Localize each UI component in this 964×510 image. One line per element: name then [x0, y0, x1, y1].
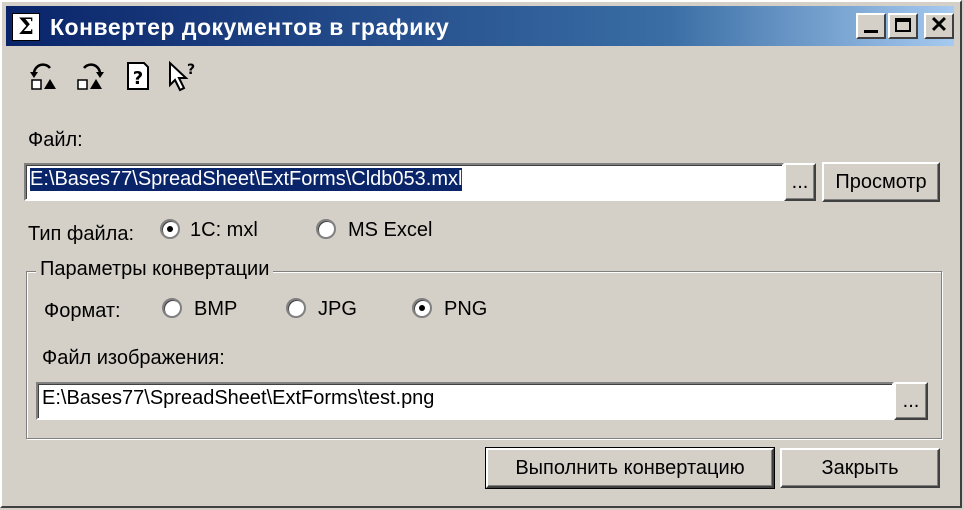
format-bmp-label[interactable]: BMP — [194, 298, 237, 321]
help-icon[interactable]: ? — [122, 60, 154, 92]
image-browse-button[interactable]: ... — [894, 382, 928, 420]
image-file-value: E:\Bases77\SpreadSheet\ExtForms\test.png — [42, 387, 435, 409]
image-file-label: Файл изображения: — [42, 347, 225, 369]
file-type-1c-label[interactable]: 1С: mxl — [190, 219, 258, 242]
close-button[interactable]: Закрыть — [780, 448, 940, 488]
minimize-icon — [864, 30, 878, 33]
file-type-1c-radio[interactable] — [160, 219, 180, 239]
file-browse-button[interactable]: ... — [784, 163, 816, 201]
file-type-excel-label[interactable]: MS Excel — [348, 219, 432, 242]
format-jpg-label[interactable]: JPG — [318, 298, 357, 321]
maximize-icon — [895, 18, 911, 32]
file-label: Файл: — [28, 129, 83, 151]
image-file-input[interactable]: E:\Bases77\SpreadSheet\ExtForms\test.png — [36, 382, 894, 420]
format-jpg-radio[interactable] — [286, 298, 306, 318]
preview-button[interactable]: Просмотр — [822, 162, 940, 202]
file-path-value: E:\Bases77\SpreadSheet\ExtForms\Cldb053.… — [30, 168, 463, 191]
format-label: Формат: — [44, 300, 121, 322]
file-path-input[interactable]: E:\Bases77\SpreadSheet\ExtForms\Cldb053.… — [24, 163, 784, 201]
minimize-button[interactable] — [856, 13, 886, 39]
format-png-label[interactable]: PNG — [444, 298, 487, 321]
format-bmp-radio[interactable] — [162, 298, 182, 318]
svg-text:?: ? — [133, 68, 143, 89]
redo-icon[interactable] — [74, 60, 106, 92]
close-window-button[interactable]: ✕ — [924, 12, 954, 39]
format-png-radio[interactable] — [412, 298, 432, 318]
svg-text:?: ? — [187, 62, 195, 78]
app-icon: Σ — [12, 13, 40, 41]
file-type-excel-radio[interactable] — [316, 219, 336, 239]
conversion-params-title: Параметры конвертации — [36, 258, 274, 281]
whats-this-icon[interactable]: ? — [166, 60, 198, 92]
file-type-label: Тип файла: — [28, 223, 134, 245]
window-title: Конвертер документов в графику — [50, 14, 450, 40]
close-icon: ✕ — [929, 12, 949, 37]
title-bar[interactable]: Σ Конвертер документов в графику ✕ — [6, 6, 954, 46]
converter-dialog: Σ Конвертер документов в графику ✕ ? ? Ф… — [0, 0, 962, 508]
undo-icon[interactable] — [28, 60, 60, 92]
convert-button[interactable]: Выполнить конвертацию — [485, 447, 775, 489]
maximize-button[interactable] — [888, 13, 918, 39]
